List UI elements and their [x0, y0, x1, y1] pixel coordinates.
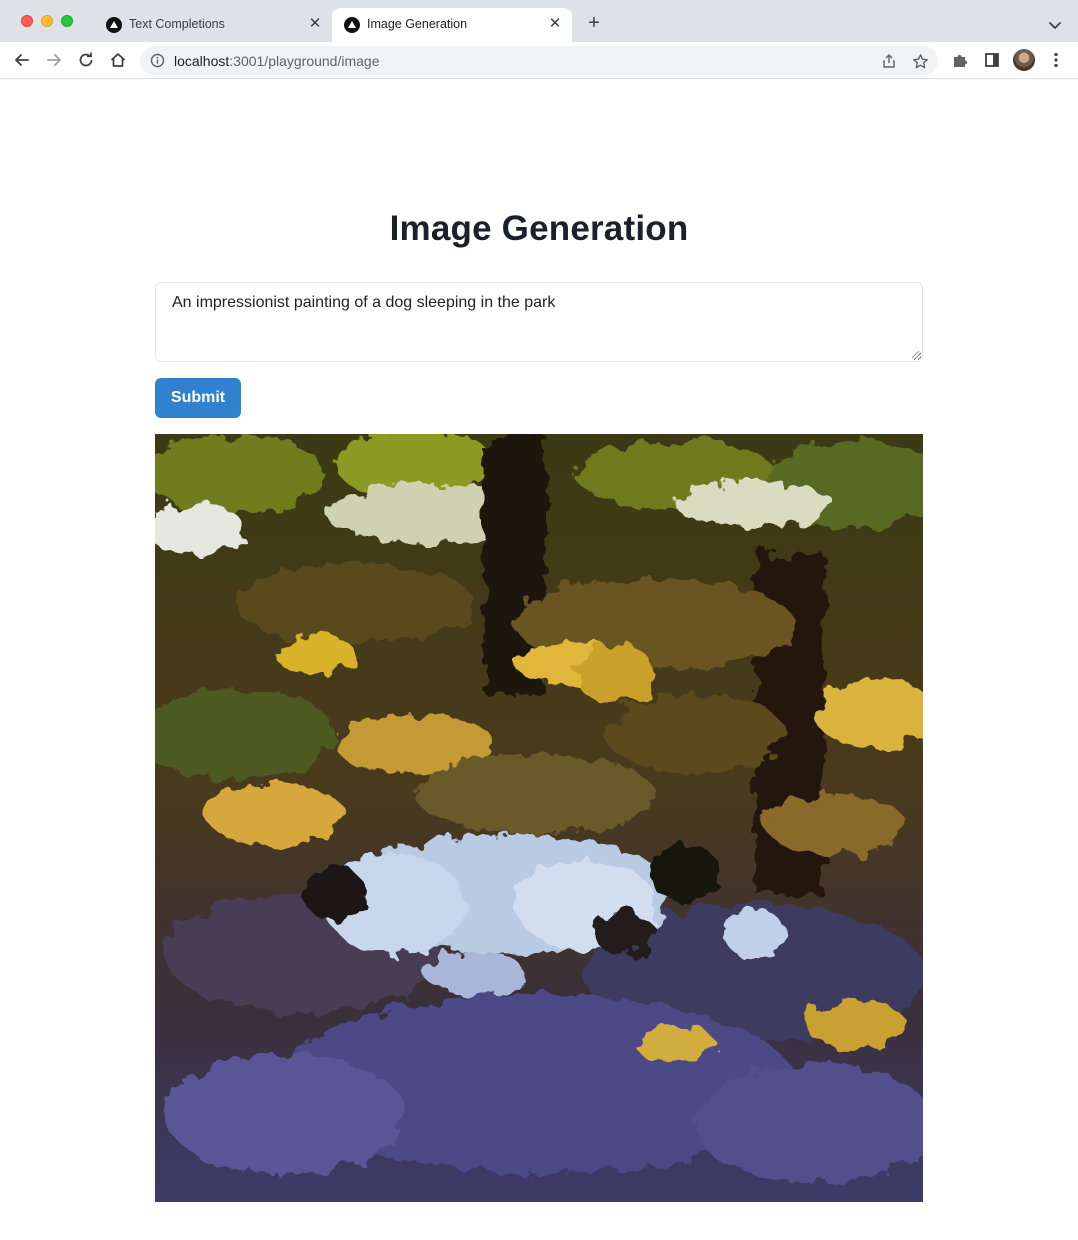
chevron-down-icon[interactable] [1044, 14, 1066, 36]
maximize-window-button[interactable] [61, 15, 73, 27]
site-favicon-icon [106, 17, 122, 33]
share-icon[interactable] [877, 49, 901, 73]
info-icon[interactable] [150, 53, 165, 68]
url-path: :3001/playground/image [229, 53, 380, 69]
prompt-input[interactable] [155, 282, 923, 362]
kebab-menu-icon[interactable] [1044, 48, 1068, 72]
minimize-window-button[interactable] [41, 15, 53, 27]
puzzle-icon[interactable] [948, 48, 972, 72]
profile-avatar[interactable] [1013, 49, 1035, 71]
tab-image-generation[interactable]: Image Generation ✕ [332, 8, 572, 42]
tab-close-icon[interactable]: ✕ [546, 15, 564, 33]
submit-button[interactable]: Submit [155, 378, 241, 418]
tab-label: Text Completions [129, 17, 225, 31]
arrow-right-icon[interactable] [42, 48, 66, 72]
new-tab-icon[interactable]: + [583, 12, 605, 34]
home-icon[interactable] [106, 48, 130, 72]
browser-toolbar: localhost:3001/playground/image [0, 42, 1078, 79]
tab-close-icon[interactable]: ✕ [306, 15, 324, 33]
reload-icon[interactable] [74, 48, 98, 72]
address-url[interactable]: localhost:3001/playground/image [174, 53, 380, 69]
url-host: localhost [174, 53, 230, 69]
star-icon[interactable] [908, 49, 932, 73]
browser-titlebar: Text Completions ✕ Image Generation ✕ + [0, 0, 1078, 42]
arrow-left-icon[interactable] [10, 48, 34, 72]
resize-grip-icon[interactable] [911, 350, 920, 359]
side-panel-icon[interactable] [980, 48, 1004, 72]
page-content: Image Generation Submit [0, 80, 1078, 1240]
address-bar[interactable]: localhost:3001/playground/image [140, 46, 938, 75]
close-window-button[interactable] [21, 15, 33, 27]
generated-image [155, 434, 923, 1202]
impressionist-dog-painting [155, 434, 923, 1202]
page-title: Image Generation [389, 209, 689, 248]
tab-label: Image Generation [367, 17, 468, 31]
tab-text-completions[interactable]: Text Completions ✕ [94, 8, 332, 42]
site-favicon-icon [344, 17, 360, 33]
